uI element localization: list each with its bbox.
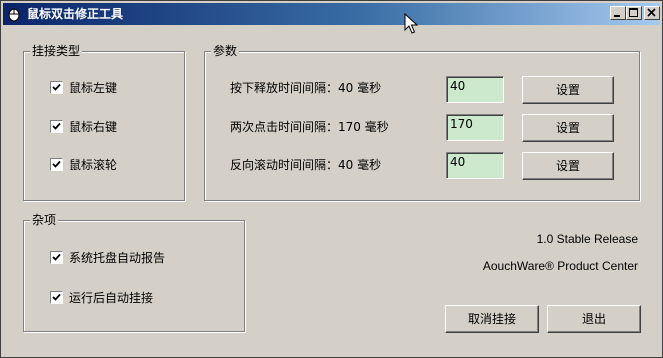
main-window: 鼠标双击修正工具 挂接类型 鼠标左键 鼠标右键 鼠标滚轮 参数 按下释放时间间隔… [0,0,663,358]
exit-button[interactable]: 退出 [547,305,641,333]
product-text: AouchWare® Product Center [482,259,638,273]
checkbox-label: 运行后自动挂接 [69,291,154,305]
misc-group: 杂项 系统托盘自动报告 运行后自动挂接 [23,213,245,332]
app-icon [6,6,22,22]
checkbox[interactable] [50,291,63,304]
checkbox[interactable] [50,251,63,264]
checkbox[interactable] [50,158,63,171]
param-label-double-click: 两次点击时间间隔：170 毫秒 [230,120,389,134]
mouse-cursor-icon [404,12,419,38]
param-label-press-release: 按下释放时间间隔：40 毫秒 [230,81,382,95]
hook-type-group: 挂接类型 鼠标左键 鼠标右键 鼠标滚轮 [23,44,185,201]
title-bar[interactable]: 鼠标双击修正工具 [3,3,660,25]
close-button[interactable] [644,6,660,20]
minimize-button[interactable] [610,6,626,20]
checkbox-label: 鼠标左键 [69,81,118,95]
hook-type-label: 挂接类型 [30,44,83,58]
param-input-double-click[interactable]: 170 [446,114,504,141]
misc-label: 杂项 [30,213,59,227]
set-button-press-release[interactable]: 设置 [522,76,614,104]
maximize-button[interactable] [626,6,642,20]
param-input-press-release[interactable]: 40 [446,76,504,103]
checkbox[interactable] [50,120,63,133]
checkbox-label: 鼠标滚轮 [69,158,118,172]
params-label: 参数 [211,44,240,58]
unhook-button[interactable]: 取消挂接 [445,305,539,333]
version-text: 1.0 Stable Release [536,232,638,246]
set-button-reverse-scroll[interactable]: 设置 [522,152,614,180]
param-label-reverse-scroll: 反向滚动时间间隔：40 毫秒 [230,158,382,172]
params-group: 参数 按下释放时间间隔：40 毫秒 40 设置 两次点击时间间隔：170 毫秒 … [204,44,640,201]
set-button-double-click[interactable]: 设置 [522,114,614,142]
checkbox[interactable] [50,81,63,94]
window-title: 鼠标双击修正工具 [27,7,124,21]
checkbox-label: 鼠标右键 [69,120,118,134]
param-input-reverse-scroll[interactable]: 40 [446,152,504,179]
checkbox-label: 系统托盘自动报告 [69,251,166,265]
